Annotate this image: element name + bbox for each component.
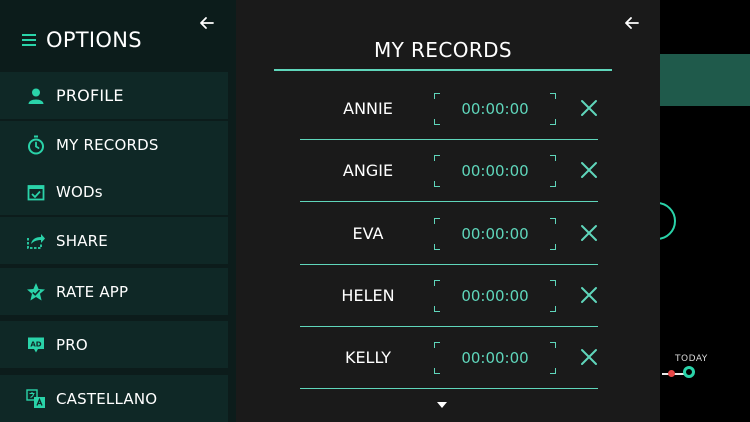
timeline-dot-red [668,370,675,377]
menu-item-label: SHARE [56,231,108,250]
delete-record-button[interactable] [578,222,600,244]
records-panel: MY RECORDS ANNIE 00:00:00 ANGIE 00:00:00… [236,0,660,422]
stopwatch-icon [26,135,46,155]
record-time-value: 00:00:00 [461,100,529,118]
scroll-more-caret-down-icon[interactable] [437,402,447,408]
record-row: EVA 00:00:00 [300,203,598,265]
menu-item-label: PRO [56,335,88,354]
translate-icon [26,388,46,409]
record-time-field[interactable]: 00:00:00 [434,218,556,250]
record-time-value: 00:00:00 [461,349,529,367]
record-time-value: 00:00:00 [461,287,529,305]
timeline-dot-today [683,366,695,378]
menu-item-label: CASTELLANO [56,389,158,408]
options-drawer: OPTIONS PROFILE MY RECORDS WODs SHARE RA… [0,0,236,422]
close-icon [581,349,597,365]
record-time-field[interactable]: 00:00:00 [434,93,556,125]
svg-text:AD: AD [30,340,41,348]
record-row: KELLY 00:00:00 [300,327,598,389]
record-time-value: 00:00:00 [461,225,529,243]
close-icon [581,225,597,241]
close-icon [581,162,597,178]
menu-item-profile[interactable]: PROFILE [0,72,228,119]
record-row: HELEN 00:00:00 [300,265,598,327]
menu-item-wods[interactable]: WODs [0,168,228,215]
record-name: ANGIE [342,161,394,180]
record-name: EVA [352,224,384,243]
menu-item-language[interactable]: CASTELLANO [0,375,228,422]
background-banner [660,54,750,106]
background-app: TODAY [638,0,750,422]
delete-record-button[interactable] [578,284,600,306]
star-check-icon [26,282,46,302]
menu-item-label: RATE APP [56,282,129,301]
calendar-check-icon [26,182,46,202]
ad-badge-icon: AD [26,335,46,355]
menu-item-label: WODs [56,182,103,201]
drawer-back-button[interactable] [196,12,218,34]
row-divider [300,201,598,202]
record-name: HELEN [341,286,395,305]
hamburger-menu-icon [22,34,36,46]
row-divider [300,388,598,389]
delete-record-button[interactable] [578,346,600,368]
delete-record-button[interactable] [578,97,600,119]
menu-item-label: MY RECORDS [56,135,159,154]
records-title: MY RECORDS [373,38,513,62]
close-icon [581,287,597,303]
record-row: ANNIE 00:00:00 [300,78,598,140]
menu-item-rate-app[interactable]: RATE APP [0,268,228,315]
records-back-button[interactable] [621,12,643,34]
drawer-title: OPTIONS [46,28,142,52]
menu-item-label: PROFILE [56,86,124,105]
title-underline [274,69,612,71]
record-time-field[interactable]: 00:00:00 [434,280,556,312]
record-name: ANNIE [343,99,393,118]
menu-item-my-records[interactable]: MY RECORDS [0,121,228,168]
today-label: TODAY [675,354,708,364]
close-icon [581,100,597,116]
drawer-header: OPTIONS [22,28,142,52]
record-time-value: 00:00:00 [461,162,529,180]
record-time-field[interactable]: 00:00:00 [434,342,556,374]
person-icon [26,86,46,106]
record-time-field[interactable]: 00:00:00 [434,155,556,187]
record-name: KELLY [344,348,392,367]
delete-record-button[interactable] [578,159,600,181]
menu-item-share[interactable]: SHARE [0,217,228,264]
menu-item-pro[interactable]: AD PRO [0,321,228,368]
share-icon [26,231,46,251]
record-row: ANGIE 00:00:00 [300,140,598,202]
arrow-left-icon [200,17,214,29]
arrow-left-icon [625,17,639,29]
